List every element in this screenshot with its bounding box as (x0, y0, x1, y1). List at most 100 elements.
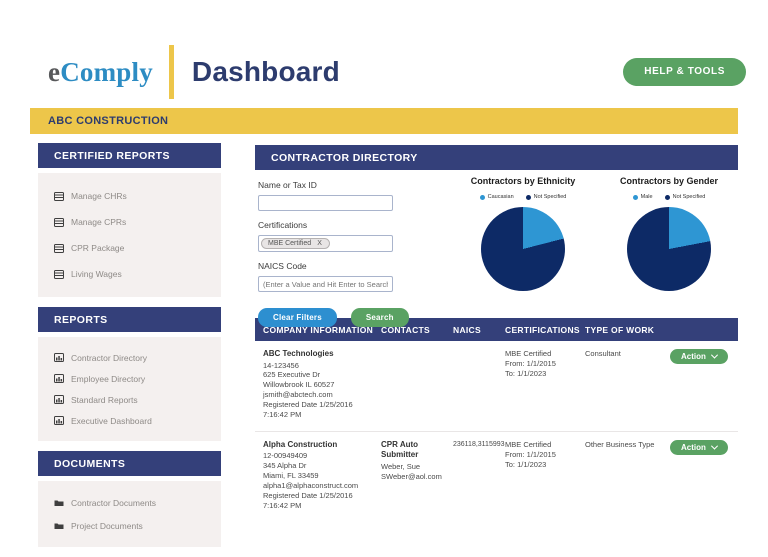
sidebar-item-label: Standard Reports (71, 394, 138, 405)
action-button-label: Action (681, 442, 706, 452)
sidebar: CERTIFIED REPORTS Manage CHRs Manage CPR… (38, 143, 221, 557)
sidebar-item-living-wages[interactable]: Living Wages (54, 261, 213, 287)
sidebar-item-contractor-directory[interactable]: Contractor Directory (54, 347, 213, 368)
contacts-cell (381, 349, 453, 420)
sidebar-item-label: Contractor Directory (71, 352, 148, 363)
sidebar-item-executive-dashboard[interactable]: Executive Dashboard (54, 410, 213, 431)
sidebar-item-manage-chrs[interactable]: Manage CHRs (54, 183, 213, 209)
report-icon (54, 191, 64, 201)
logo-divider (168, 45, 174, 99)
company-registered-time: 7:16:42 PM (263, 410, 302, 419)
certification-name: MBE Certified (505, 349, 552, 358)
legend-label: Male (640, 194, 653, 200)
company-banner: ABC CONSTRUCTION (30, 108, 738, 134)
logo-e: e (48, 56, 61, 87)
certification-to: To: 1/1/2023 (505, 459, 547, 469)
ethnicity-chart-card: Contractors by Ethnicity Caucasian Not S… (457, 176, 589, 291)
sidebar-item-contractor-documents[interactable]: Contractor Documents (54, 491, 213, 514)
contact-email: SWeber@aol.com (381, 471, 442, 481)
sidebar-item-label: Living Wages (71, 269, 122, 279)
help-tools-button[interactable]: HELP & TOOLS (623, 58, 746, 86)
company-city: Miami, FL 33459 (263, 471, 319, 481)
contractor-directory-title: CONTRACTOR DIRECTORY (271, 151, 418, 164)
certification-from: From: 1/1/2015 (505, 358, 556, 368)
naics-code-label: NAICS Code (258, 261, 307, 271)
bar-chart-icon (54, 353, 64, 362)
reports-panel: Contractor Directory Employee Directory … (38, 337, 221, 441)
action-cell: Action (670, 349, 738, 420)
documents-panel: Contractor Documents Project Documents (38, 481, 221, 547)
contact-name: CPR Auto Submitter (381, 439, 419, 460)
sidebar-item-label: Executive Dashboard (71, 415, 152, 426)
company-registered-date: Registered Date 1/25/2016 (263, 491, 353, 500)
company-name: ABC Technologies (263, 349, 334, 358)
naics-code-input[interactable] (258, 276, 393, 292)
sidebar-item-manage-cprs[interactable]: Manage CPRs (54, 209, 213, 235)
action-button[interactable]: Action (670, 439, 728, 455)
section-title: CERTIFIED REPORTS (54, 149, 170, 162)
chevron-down-icon (710, 351, 718, 359)
table-row: Alpha Construction 12-00949409 345 Alpha… (255, 430, 738, 522)
legend-item: Not Specified (664, 194, 706, 200)
type-of-work-cell: Other Business Type (585, 439, 655, 449)
bar-chart-icon (54, 374, 64, 383)
ecomply-dashboard-page: eComply Dashboard HELP & TOOLS ABC CONST… (0, 0, 768, 547)
sidebar-item-cpr-package[interactable]: CPR Package (54, 235, 213, 261)
legend-dot (664, 194, 670, 200)
name-tax-id-label: Name or Tax ID (258, 180, 317, 190)
certification-chip-label: MBE Certified (268, 240, 312, 247)
certification-to: To: 1/1/2023 (505, 368, 547, 378)
sidebar-item-employee-directory[interactable]: Employee Directory (54, 368, 213, 389)
legend-label: Not Specified (672, 194, 706, 200)
sidebar-item-standard-reports[interactable]: Standard Reports (54, 389, 213, 410)
sidebar-item-project-documents[interactable]: Project Documents (54, 514, 213, 537)
certification-from: From: 1/1/2015 (505, 449, 556, 459)
folder-icon (54, 500, 64, 506)
sidebar-item-label: Manage CHRs (71, 191, 127, 201)
column-header-naics: NAICS (453, 324, 481, 335)
sidebar-section-documents: DOCUMENTS (38, 451, 221, 476)
legend-label: Not Specified (533, 194, 567, 200)
company-tax-id: 14-123456 (263, 360, 299, 370)
legend-item: Caucasian (479, 194, 514, 200)
filter-buttons: Clear Filters Search (258, 308, 418, 327)
company-registered-date: Registered Date 1/25/2016 (263, 400, 353, 410)
chip-remove-button[interactable]: X (317, 240, 322, 247)
ecomply-logo[interactable]: eComply (48, 57, 153, 88)
ethnicity-pie-chart (481, 207, 565, 291)
naics-cell (453, 349, 505, 420)
logo-comply: Comply (60, 56, 153, 87)
table-row: ABC Technologies 14-123456 625 Executive… (255, 341, 738, 431)
search-button[interactable]: Search (350, 308, 409, 327)
main-content: CONTRACTOR DIRECTORY Name or Tax ID Cert… (255, 145, 738, 522)
report-icon (54, 269, 64, 279)
certifications-input[interactable]: MBE Certified X (258, 235, 393, 252)
contacts-cell: CPR Auto Submitter Weber, Sue SWeber@aol… (381, 440, 453, 511)
certification-name: MBE Certified (505, 439, 552, 449)
action-button[interactable]: Action (670, 349, 728, 364)
certifications-cell: MBE Certified From: 1/1/2015 To: 1/1/202… (505, 349, 585, 420)
app-header: eComply Dashboard HELP & TOOLS (48, 44, 746, 100)
report-icon (54, 243, 64, 253)
contractor-directory-header: CONTRACTOR DIRECTORY (255, 145, 738, 170)
gender-chart-legend: Male Not Specified (603, 194, 735, 200)
clear-filters-button[interactable]: Clear Filters (258, 308, 337, 327)
company-info-cell: ABC Technologies 14-123456 625 Executive… (263, 349, 381, 420)
sidebar-item-label: CPR Package (71, 243, 125, 253)
report-icon (54, 217, 64, 227)
legend-item: Not Specified (525, 194, 567, 200)
action-button-label: Action (681, 352, 706, 361)
sidebar-item-label: Employee Directory (71, 373, 146, 384)
legend-dot (479, 194, 485, 200)
contact-person: Weber, Sue (381, 461, 421, 471)
legend-label: Caucasian (487, 194, 514, 200)
bar-chart-icon (54, 416, 64, 425)
name-tax-id-input[interactable] (258, 195, 393, 211)
sidebar-section-reports: REPORTS (38, 307, 221, 332)
column-header-certifications: CERTIFICATIONS (505, 324, 580, 335)
company-address: 345 Alpha Dr (263, 461, 307, 471)
legend-dot (525, 194, 531, 200)
gender-chart-card: Contractors by Gender Male Not Specified (603, 176, 735, 291)
certifications-cell: MBE Certified From: 1/1/2015 To: 1/1/202… (505, 440, 585, 511)
chevron-down-icon (710, 442, 718, 450)
